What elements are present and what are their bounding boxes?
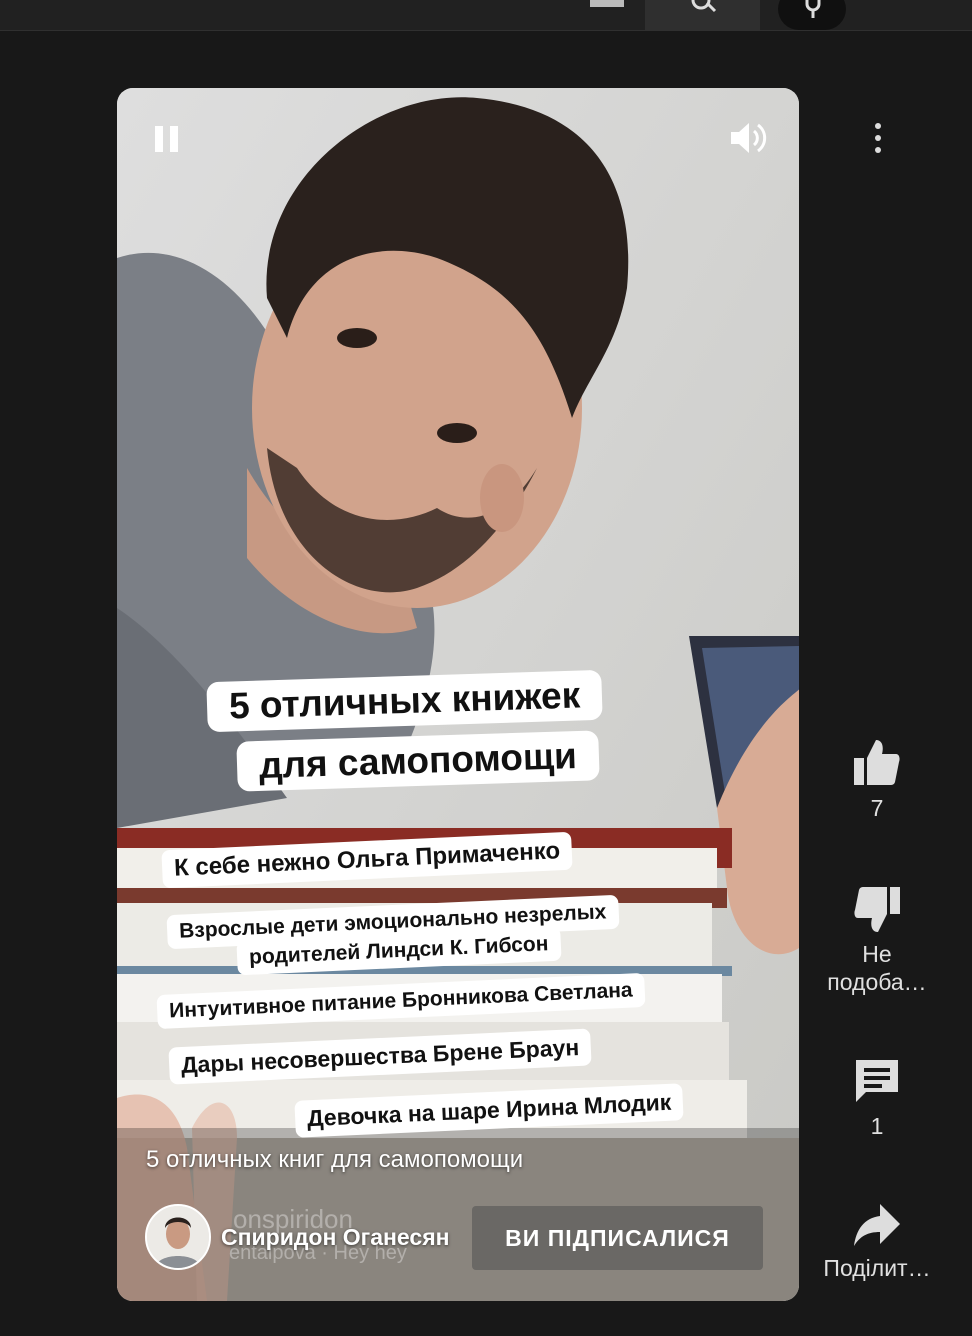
top-bar — [0, 0, 972, 44]
avatar[interactable] — [145, 1204, 211, 1270]
search-button[interactable] — [645, 0, 760, 30]
thumb-up-icon — [854, 740, 900, 785]
keyboard-icon[interactable] — [588, 0, 628, 10]
shorts-video-player[interactable]: 5 отличных книжек для самопомощи К себе … — [117, 88, 799, 1301]
dislike-label-line1: Не — [862, 941, 892, 967]
volume-icon[interactable] — [729, 120, 769, 156]
share-label: Поділит… — [823, 1255, 931, 1281]
thumb-down-icon — [854, 887, 900, 932]
share-icon — [854, 1204, 900, 1246]
subscribed-button[interactable]: ВИ ПІДПИСАЛИСЯ — [472, 1206, 763, 1270]
dislike-label: Не подоба… — [812, 940, 942, 996]
share-button[interactable]: Поділит… — [812, 1202, 942, 1282]
like-count: 7 — [870, 795, 884, 821]
video-caption[interactable]: 5 отличных книг для самопомощи — [146, 1146, 523, 1174]
comment-count: 1 — [870, 1113, 884, 1139]
mic-icon — [805, 0, 821, 18]
voice-search-button[interactable] — [778, 0, 846, 30]
comment-icon — [856, 1060, 898, 1102]
avatar-image — [147, 1206, 209, 1268]
dislike-button[interactable]: Не подоба… — [812, 884, 942, 996]
comments-button[interactable]: 1 — [812, 1056, 942, 1140]
search-icon — [691, 0, 717, 13]
pause-icon[interactable] — [153, 124, 183, 154]
like-button[interactable]: 7 — [812, 738, 942, 822]
channel-name[interactable]: Спиридон Оганесян — [221, 1224, 450, 1251]
more-vert-icon[interactable] — [866, 120, 890, 156]
dislike-label-line2: подоба… — [827, 969, 927, 995]
